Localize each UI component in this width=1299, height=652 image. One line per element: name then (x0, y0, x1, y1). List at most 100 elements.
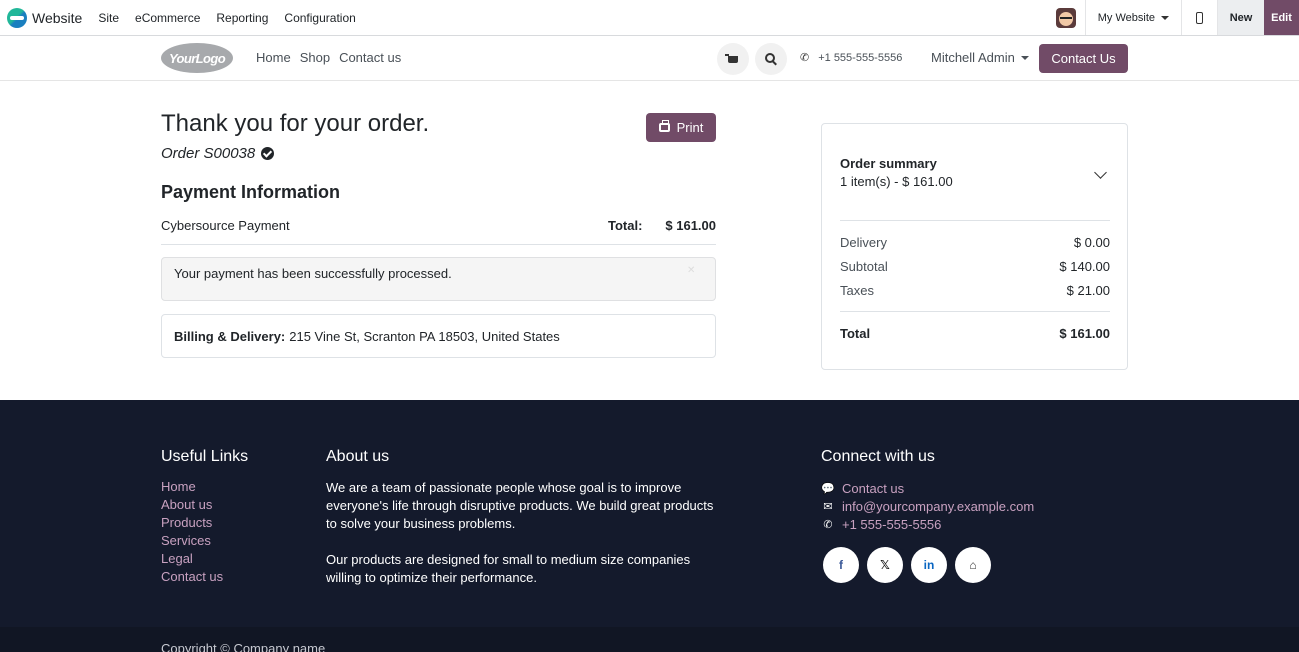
connect-email[interactable]: ✉ info@yourcompany.example.com (821, 497, 1034, 515)
user-avatar-button[interactable] (1047, 0, 1085, 35)
printer-icon (658, 120, 670, 132)
about-paragraph-2: Our products are designed for small to m… (326, 552, 691, 585)
print-label: Print (676, 120, 704, 135)
payment-success-alert: Your payment has been successfully proce… (161, 257, 716, 301)
summary-row-value: $ 140.00 (1059, 259, 1110, 274)
about-us-text: We are a team of passionate people whose… (326, 479, 726, 587)
summary-row-value: $ 0.00 (1073, 235, 1110, 250)
user-name: Mitchell Admin (931, 50, 1015, 65)
linkedin-icon[interactable]: in (911, 547, 947, 583)
nav-home[interactable]: Home (256, 50, 291, 65)
summary-divider (840, 311, 1110, 312)
comment-icon: 💬 (821, 482, 835, 495)
check-circle-icon (261, 147, 275, 160)
useful-links-heading: Useful Links (161, 448, 249, 465)
billing-address: 215 Vine St, Scranton PA 18503, United S… (289, 328, 560, 344)
social-links: f 𝕏 in ⌂ (823, 547, 999, 583)
copyright-bar: Copyright © Company name (0, 627, 1299, 652)
top-right-tools: My Website New Edit (1047, 0, 1299, 35)
phone-icon: ✆ (800, 52, 810, 64)
about-us-heading: About us (326, 448, 390, 465)
app-brand[interactable]: Website (7, 7, 83, 28)
x-twitter-icon[interactable]: 𝕏 (867, 547, 903, 583)
contact-us-button[interactable]: Contact Us (1039, 44, 1128, 73)
avatar (1055, 7, 1076, 28)
cart-button[interactable] (717, 43, 749, 75)
summary-row-label: Taxes (840, 283, 874, 298)
chevron-down-icon[interactable] (1094, 166, 1107, 179)
order-summary-title: Order summary (840, 156, 937, 171)
connect-heading: Connect with us (821, 448, 935, 465)
summary-row-label: Subtotal (840, 259, 888, 274)
connect-phone[interactable]: ✆ +1 555-555-5556 (821, 515, 1034, 533)
payment-method: Cybersource Payment (161, 218, 290, 233)
home-icon[interactable]: ⌂ (955, 547, 991, 583)
edit-button[interactable]: Edit (1264, 0, 1299, 35)
payment-total-label: Total: (608, 218, 643, 233)
mobile-preview-button[interactable] (1181, 0, 1217, 35)
search-button[interactable] (755, 43, 787, 75)
payment-success-message: Your payment has been successfully proce… (174, 266, 452, 281)
menu-reporting[interactable]: Reporting (208, 11, 276, 25)
summary-total-label: Total (840, 326, 871, 341)
site-logo[interactable]: YourLogo (161, 43, 233, 73)
connect-email-label: info@yourcompany.example.com (842, 498, 1035, 514)
caret-down-icon (1020, 55, 1029, 60)
nav-shop[interactable]: Shop (300, 50, 330, 65)
menu-configuration[interactable]: Configuration (276, 11, 363, 25)
footer-link-home[interactable]: Home (161, 479, 223, 497)
footer-link-contact[interactable]: Contact us (161, 569, 223, 587)
summary-row-value: $ 21.00 (1066, 283, 1110, 298)
website-app-icon (7, 7, 27, 28)
menu-ecommerce[interactable]: eCommerce (127, 11, 208, 25)
order-reference: Order S00038 (161, 145, 275, 162)
app-name: Website (32, 9, 83, 26)
order-summary-card: Order summary 1 item(s) - $ 161.00 Deliv… (821, 123, 1128, 370)
payment-total-value: $ 161.00 (665, 218, 716, 233)
nav-contact-us[interactable]: Contact us (339, 50, 401, 65)
page-title: Thank you for your order. (161, 110, 430, 137)
copyright-text: Copyright © Company name (161, 641, 326, 652)
useful-links-list: Home About us Products Services Legal Co… (161, 479, 223, 587)
menu-site[interactable]: Site (90, 11, 127, 25)
connect-list: 💬 Contact us ✉ info@yourcompany.example.… (821, 479, 1034, 533)
footer-link-about[interactable]: About us (161, 497, 223, 515)
connect-phone-label: +1 555-555-5556 (842, 516, 942, 532)
billing-delivery-box: Billing & Delivery: 215 Vine St, Scranto… (161, 314, 716, 358)
payment-row: Cybersource Payment Total: $ 161.00 (161, 217, 716, 245)
header-phone[interactable]: ✆ +1 555-555-5556 (800, 51, 903, 65)
mobile-icon (1196, 11, 1203, 24)
cart-icon (725, 53, 738, 63)
website-selector[interactable]: My Website (1084, 0, 1181, 35)
footer: Useful Links Home About us Products Serv… (0, 400, 1299, 627)
connect-contact-label: Contact us (842, 480, 905, 496)
billing-label: Billing & Delivery: (174, 328, 286, 344)
summary-row-label: Delivery (840, 235, 887, 250)
user-menu[interactable]: Mitchell Admin (931, 50, 1029, 65)
close-icon[interactable]: ✕ (687, 266, 697, 276)
odoo-top-bar: Website Site eCommerce Reporting Configu… (0, 0, 1299, 36)
footer-link-services[interactable]: Services (161, 533, 223, 551)
summary-divider (840, 220, 1110, 221)
search-icon (765, 53, 775, 63)
footer-link-products[interactable]: Products (161, 515, 223, 533)
footer-link-legal[interactable]: Legal (161, 551, 223, 569)
facebook-icon[interactable]: f (823, 547, 859, 583)
top-menu: Site eCommerce Reporting Configuration (90, 11, 363, 25)
caret-down-icon (1161, 15, 1169, 20)
phone-icon: ✆ (823, 518, 833, 531)
main-nav: Home Shop Contact us (256, 50, 410, 65)
new-button[interactable]: New (1217, 0, 1264, 35)
envelope-icon: ✉ (823, 500, 833, 513)
order-number: Order S00038 (161, 145, 256, 162)
payment-information-heading: Payment Information (161, 182, 341, 202)
header-phone-number: +1 555-555-5556 (818, 51, 903, 64)
website-selector-label: My Website (1097, 11, 1155, 24)
order-summary-items: 1 item(s) - $ 161.00 (840, 174, 953, 189)
about-paragraph-1: We are a team of passionate people whose… (326, 480, 714, 531)
connect-contact-us[interactable]: 💬 Contact us (821, 479, 1034, 497)
summary-total-value: $ 161.00 (1059, 326, 1110, 341)
website-header: YourLogo Home Shop Contact us ✆ +1 555-5… (0, 36, 1299, 81)
print-button[interactable]: Print (646, 113, 716, 142)
site-logo-text: YourLogo (168, 50, 226, 66)
